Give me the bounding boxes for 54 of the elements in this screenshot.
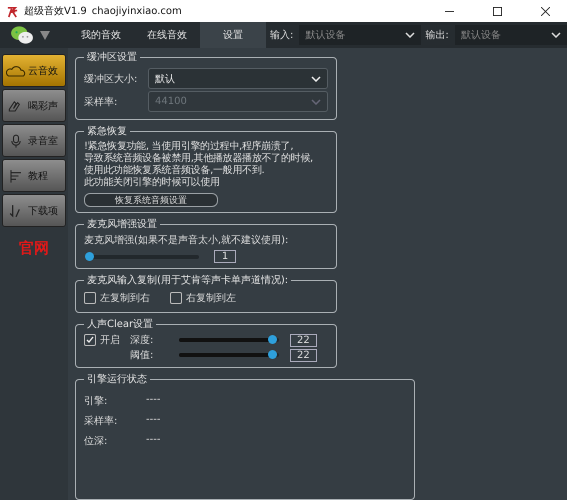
input-label: 输入: <box>269 28 294 43</box>
sidebar-item[interactable]: 下载项 <box>2 194 66 227</box>
restore-audio-button[interactable]: 恢复系统音频设置 <box>84 193 218 207</box>
status-value: ---- <box>146 414 160 427</box>
sidebar-item[interactable]: 喝彩声 <box>2 89 66 122</box>
output-label: 输出: <box>424 28 450 43</box>
group-title: 缓冲区设置 <box>86 50 138 64</box>
status-label: 位深: <box>84 435 108 448</box>
chevron-icon <box>311 76 321 82</box>
select-field[interactable]: 默认 <box>148 68 328 89</box>
output-device-dropdown[interactable]: 默认设备 <box>454 25 567 45</box>
description-text: !紧急恢复功能, 当使用引擎的过程中,程序崩溃了, 导致系统音频设备被禁用,其他播放器播放不了的时候, 使用此功能恢复系统音频设备,一般用不到. 此功能关闭引擎的时候可以使用 <box>84 141 314 189</box>
maximize-icon[interactable] <box>493 6 502 16</box>
setting-label: 麦克风增强(如果不是声音太小,就不建议使用): <box>84 235 288 246</box>
checkbox-label: 右复制到左 <box>186 292 236 305</box>
status-label: 引擎: <box>84 394 108 408</box>
tab[interactable]: 设置 <box>200 22 266 48</box>
slider-label: 阈值: <box>130 349 154 362</box>
slider-label: 深度: <box>130 334 154 347</box>
chevron-icon <box>405 32 416 38</box>
value-field[interactable]: 22 <box>290 334 317 346</box>
checkbox[interactable] <box>84 292 96 304</box>
group-title: 人声Clear设置 <box>86 318 154 331</box>
value-field[interactable]: 1 <box>214 250 236 263</box>
window-url: chaojiyinxiao.com <box>92 6 182 16</box>
chevron-icon <box>311 98 321 104</box>
window-title: 超级音效V1.9 <box>24 4 87 18</box>
sidebar-item[interactable]: 教程 <box>2 159 66 192</box>
dropdown-triangle-icon[interactable] <box>40 30 50 40</box>
group-title: 紧急恢复 <box>86 124 128 138</box>
chevron-icon <box>550 32 561 38</box>
checkbox[interactable] <box>170 292 182 304</box>
sidebar-item[interactable]: 录音室 <box>2 124 66 157</box>
sidebar-item[interactable]: 云音效 <box>2 54 66 87</box>
input-device-dropdown[interactable]: 默认设备 <box>299 25 422 45</box>
status-label: 采样率: <box>84 414 118 428</box>
slider-thumb[interactable] <box>268 350 277 359</box>
checkbox-label: 开启 <box>100 334 120 347</box>
group-title: 麦克风增强设置 <box>86 218 158 231</box>
app-logo-icon <box>6 4 19 18</box>
status-value: ---- <box>146 394 160 407</box>
checkbox[interactable] <box>84 334 96 346</box>
slider-thumb[interactable] <box>268 335 277 344</box>
cloud-icon <box>6 64 26 78</box>
close-icon[interactable] <box>541 6 550 16</box>
field-label: 采样率: <box>84 96 118 108</box>
status-value: ---- <box>146 434 160 447</box>
checkbox-label: 左复制到右 <box>100 292 150 305</box>
value-field[interactable]: 22 <box>290 348 317 362</box>
chat-bubbles-icon[interactable] <box>10 25 34 45</box>
field-label: 缓冲区大小: <box>84 72 138 86</box>
group-title: 引擎运行状态 <box>86 372 148 386</box>
group-title: 麦克风输入复制(用于艾肯等声卡单声道情况): <box>86 274 290 287</box>
slider-thumb[interactable] <box>85 252 94 260</box>
